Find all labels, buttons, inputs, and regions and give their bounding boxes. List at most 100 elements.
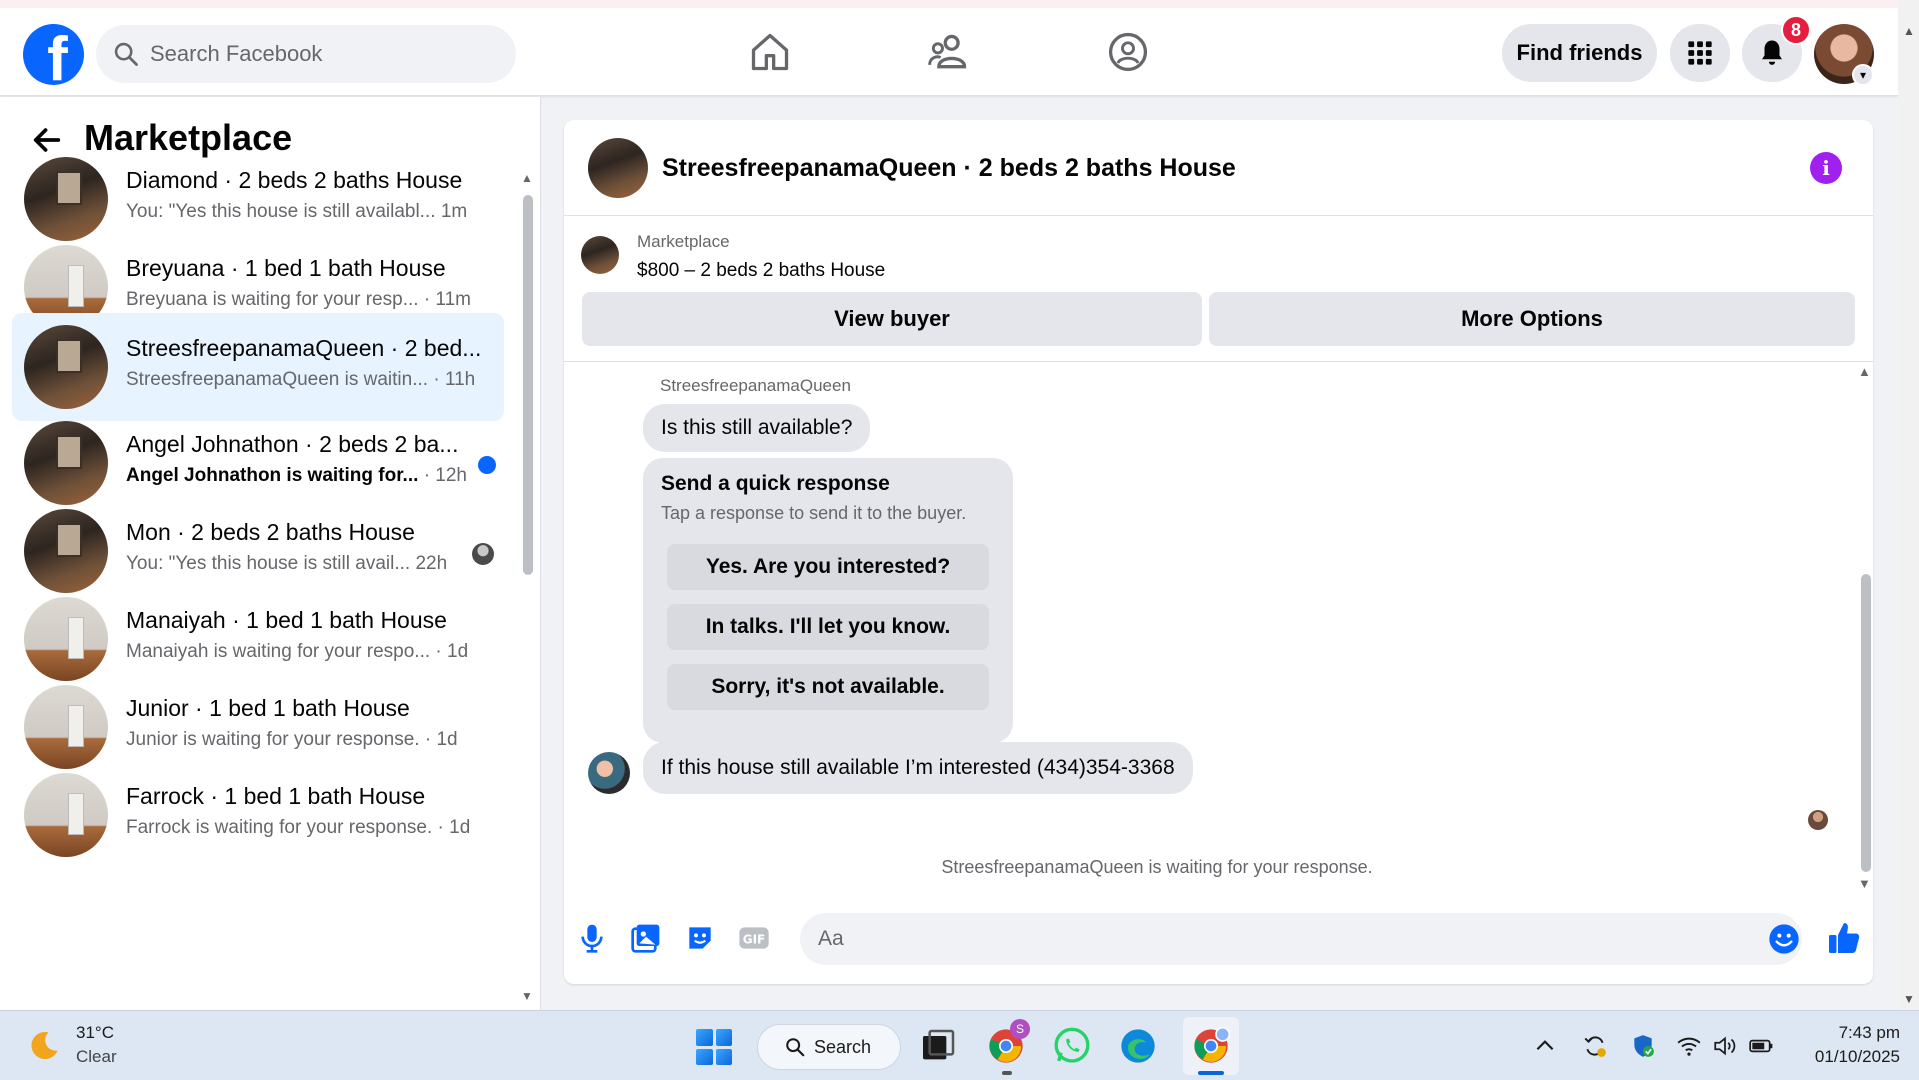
task-view-icon[interactable]	[918, 1026, 958, 1066]
friends-icon[interactable]	[926, 30, 970, 74]
weather-description: Clear	[76, 1047, 117, 1066]
weather-temperature: 31°C	[76, 1023, 114, 1042]
conversation-item-streesfreepanamaqueen[interactable]: StreesfreepanamaQueen · 2 bed... Streesf…	[12, 313, 504, 421]
wifi-icon[interactable]	[1676, 1033, 1702, 1059]
whatsapp-icon[interactable]	[1052, 1026, 1092, 1066]
conversation-preview: You: "Yes this house is still avail... 2…	[126, 553, 447, 575]
chrome-icon[interactable]	[1191, 1026, 1231, 1066]
preview-text: Farrock is waiting for your response.	[126, 817, 433, 838]
conversation-time: 1m	[440, 201, 468, 222]
gif-icon[interactable]: GIF	[738, 922, 770, 954]
conversation-item-farrock[interactable]: Farrock · 1 bed 1 bath House Farrock is …	[12, 761, 504, 869]
top-navigation-bar: f Search Facebook Find friends 8 ▾	[0, 0, 1898, 96]
preview-text: Breyuana is waiting for your resp...	[126, 289, 419, 310]
taskbar-search-label: Search	[814, 1036, 872, 1057]
windows-start-icon[interactable]	[696, 1029, 732, 1065]
chrome-profile-badge: S	[1010, 1019, 1030, 1039]
bell-icon	[1762, 40, 1782, 65]
window-scroll-up-arrow-icon[interactable]: ▲	[1903, 24, 1915, 38]
conversation-title: Manaiyah · 1 bed 1 bath House	[126, 607, 447, 633]
conversation-preview: Farrock is waiting for your response. · …	[126, 817, 470, 839]
quick-reply-in-talks-button[interactable]: In talks. I'll let you know.	[667, 604, 989, 650]
conversation-title: Junior · 1 bed 1 bath House	[126, 695, 410, 721]
conversation-panel: StreesfreepanamaQueen · 2 beds 2 baths H…	[564, 120, 1873, 984]
conversation-time: · 1d	[437, 817, 471, 838]
conversation-preview: Manaiyah is waiting for your respo... · …	[126, 641, 468, 663]
sticker-icon[interactable]	[684, 922, 716, 954]
preview-text: You: "Yes this house is still availabl..…	[126, 201, 436, 222]
search-placeholder: Search Facebook	[150, 41, 323, 66]
photo-icon[interactable]	[630, 922, 662, 954]
sync-icon[interactable]	[1582, 1033, 1608, 1059]
incoming-message-bubble: Is this still available?	[643, 404, 871, 452]
search-icon	[114, 42, 138, 66]
home-icon[interactable]	[748, 30, 792, 74]
conversation-time: · 1d	[424, 729, 458, 750]
message-input-placeholder: Aa	[818, 927, 844, 950]
more-options-button[interactable]: More Options	[1209, 292, 1855, 346]
svg-text:GIF: GIF	[743, 932, 766, 946]
seen-by-avatar	[472, 543, 494, 565]
divider	[564, 361, 1873, 362]
menu-button[interactable]	[1670, 24, 1730, 82]
conversation-header: StreesfreepanamaQueen · 2 beds 2 baths H…	[564, 120, 1873, 216]
sidebar-scrollbar[interactable]	[523, 195, 533, 575]
window-scrollbar[interactable]	[1898, 0, 1919, 1010]
info-icon[interactable]: i	[1810, 152, 1842, 184]
facebook-logo-letter: f	[47, 25, 68, 86]
notification-badge: 8	[1781, 15, 1811, 45]
security-shield-icon[interactable]	[1630, 1033, 1656, 1059]
view-buyer-button[interactable]: View buyer	[582, 292, 1202, 346]
edge-icon[interactable]	[1118, 1026, 1158, 1066]
battery-icon[interactable]	[1748, 1033, 1774, 1059]
facebook-logo[interactable]: f	[23, 24, 84, 85]
scroll-up-arrow-icon[interactable]: ▲	[521, 171, 533, 185]
conversation-time: · 12h	[423, 465, 467, 486]
conversation-time: · 11h	[433, 369, 476, 390]
messages-scrollbar[interactable]	[1861, 574, 1871, 872]
scroll-down-arrow-icon[interactable]: ▼	[1858, 876, 1871, 891]
moon-weather-icon[interactable]	[26, 1028, 62, 1064]
scroll-up-arrow-icon[interactable]: ▲	[1858, 364, 1871, 379]
quick-reply-interested-button[interactable]: Yes. Are you interested?	[667, 544, 989, 590]
preview-text: StreesfreepanamaQueen is waitin...	[126, 369, 429, 390]
listing-source-label: Marketplace	[637, 232, 730, 251]
clock-date[interactable]: 01/10/2025	[1790, 1047, 1900, 1067]
preview-text: Manaiyah is waiting for your respo...	[126, 641, 431, 662]
listing-thumbnail[interactable]	[581, 236, 619, 274]
thumbs-up-icon[interactable]	[1826, 920, 1862, 956]
listing-thumbnail	[24, 421, 108, 505]
conversation-title[interactable]: StreesfreepanamaQueen · 2 beds 2 baths H…	[662, 154, 1236, 183]
preview-text: You: "Yes this house is still avail...	[126, 553, 411, 574]
browser-edge	[0, 0, 1898, 8]
volume-icon[interactable]	[1712, 1033, 1738, 1059]
taskbar-search-button[interactable]: Search	[757, 1024, 901, 1070]
waiting-status-text: StreesfreepanamaQueen is waiting for you…	[941, 857, 1373, 877]
conversation-title: StreesfreepanamaQueen · 2 bed...	[126, 335, 482, 361]
conversation-time: 22h	[415, 553, 448, 574]
find-friends-button[interactable]: Find friends	[1502, 24, 1657, 82]
buyer-avatar[interactable]	[588, 752, 630, 794]
quick-reply-not-available-button[interactable]: Sorry, it's not available.	[667, 664, 989, 710]
unread-indicator	[478, 456, 496, 474]
conversation-title: Farrock · 1 bed 1 bath House	[126, 783, 426, 809]
search-bar[interactable]: Search Facebook	[96, 25, 516, 83]
groups-icon[interactable]	[1106, 30, 1150, 74]
clock-time[interactable]: 7:43 pm	[1800, 1023, 1900, 1043]
conversation-preview: StreesfreepanamaQueen is waitin... · 11h	[126, 369, 475, 391]
conversation-preview: Junior is waiting for your response. · 1…	[126, 729, 458, 751]
window-scroll-down-arrow-icon[interactable]: ▼	[1903, 992, 1915, 1006]
message-input[interactable]: Aa	[800, 913, 1802, 965]
chevron-up-icon[interactable]	[1532, 1033, 1558, 1059]
listing-thumbnail	[24, 157, 108, 241]
conversation-avatar[interactable]	[588, 138, 648, 198]
listing-thumbnail	[24, 685, 108, 769]
quick-response-card: Send a quick response Tap a response to …	[643, 458, 1013, 743]
account-chevron-down-icon[interactable]: ▾	[1852, 64, 1874, 86]
conversation-time: · 11m	[423, 289, 471, 310]
emoji-icon[interactable]	[1768, 923, 1800, 955]
scroll-down-arrow-icon[interactable]: ▼	[521, 989, 533, 1003]
listing-price[interactable]: $800 – 2 beds 2 baths House	[637, 260, 885, 282]
read-receipt-avatar	[1808, 810, 1828, 830]
microphone-icon[interactable]	[576, 922, 608, 954]
